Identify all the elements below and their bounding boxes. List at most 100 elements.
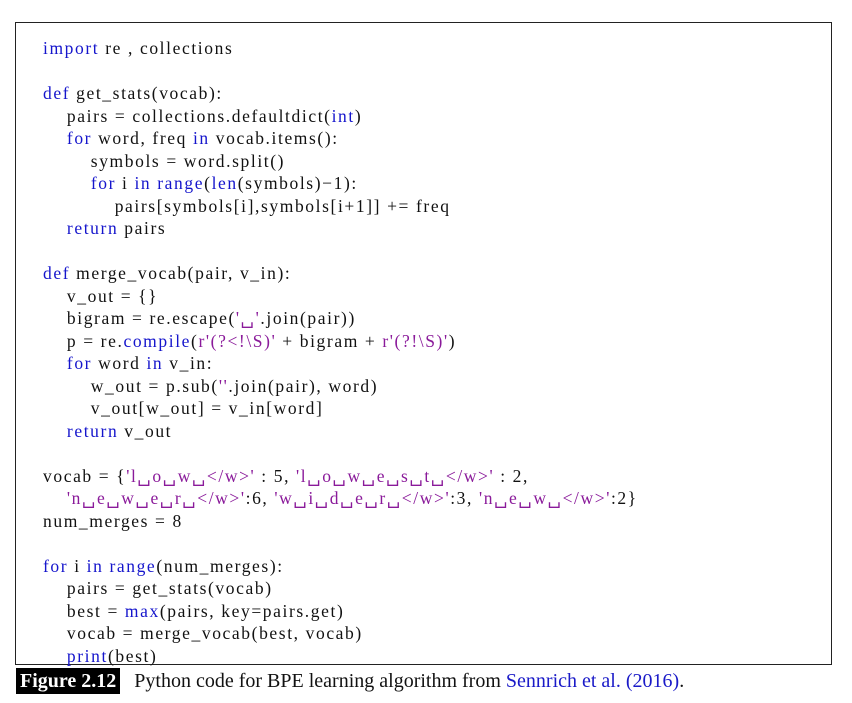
code-text: ) <box>448 330 457 351</box>
code-keyword: in <box>86 555 104 576</box>
code-string: 'l␣o␣w␣e␣s␣t␣</w>' <box>296 465 495 486</box>
code-line: return pairs <box>43 217 638 240</box>
code-text: pairs <box>118 218 167 238</box>
code-line: 'n␣e␣w␣e␣r␣</w>':6, 'w␣i␣d␣e␣r␣</w>':3, … <box>43 487 638 510</box>
code-string: 'w␣i␣d␣e␣r␣</w>' <box>274 488 451 508</box>
code-string: r'(?<!\S)' <box>198 330 277 351</box>
code-line: w_out = p.sub(''.join(pair), word) <box>43 375 638 398</box>
code-keyword: in <box>134 173 152 193</box>
code-text: bigram = re.escape( <box>43 308 236 328</box>
citation-link[interactable]: Sennrich et al. (2016) <box>506 670 679 692</box>
code-keyword: for <box>66 128 93 148</box>
code-text: .join(pair), word) <box>228 375 379 396</box>
code-text: symbols = word.split() <box>43 150 286 171</box>
code-string: 'n␣e␣w␣</w>' <box>478 488 611 508</box>
code-text: ) <box>354 105 363 126</box>
code-line: vocab = {'l␣o␣w␣</w>' : 5, 'l␣o␣w␣e␣s␣t␣… <box>43 465 638 488</box>
code-keyword: for <box>66 353 93 373</box>
code-text: :2} <box>610 488 638 508</box>
code-line: bigram = re.escape('␣'.join(pair)) <box>43 307 638 330</box>
code-line: pairs = collections.defaultdict(int) <box>43 105 638 128</box>
code-string: 'l␣o␣w␣</w>' <box>126 465 256 486</box>
code-text: w_out = p.sub( <box>43 375 219 396</box>
code-text: best = <box>43 600 125 621</box>
code-string: r'(?!\S)' <box>382 330 449 351</box>
code-text: : 5, <box>255 465 297 486</box>
code-text: (best) <box>107 645 158 666</box>
code-text: : 2, <box>494 465 530 486</box>
code-text: (pairs, key=pairs.get) <box>159 600 345 621</box>
code-keyword: def <box>43 263 71 283</box>
code-text: i <box>116 173 135 193</box>
code-text: (symbols)−1): <box>237 173 358 193</box>
code-text: :6, <box>245 488 275 508</box>
code-keyword: len <box>211 173 238 193</box>
code-keyword: for <box>90 173 117 193</box>
code-text: v_out[w_out] = v_in[word] <box>43 398 324 418</box>
code-text: word <box>92 353 147 373</box>
code-keyword: import <box>43 38 100 58</box>
code-text: :3, <box>450 488 479 508</box>
code-line: p = re.compile(r'(?<!\S)' + bigram + r'(… <box>43 330 638 353</box>
code-text: word, freq <box>92 128 193 148</box>
code-listing-box: import re , collections def get_stats(vo… <box>15 22 832 667</box>
caption-end: . <box>679 670 685 692</box>
code-text: i <box>68 555 87 576</box>
code-line: v_out = {} <box>43 285 638 308</box>
code-line: print(best) <box>43 645 638 668</box>
caption-text: Python code for BPE learning algorithm f… <box>134 670 506 692</box>
code-text: v_out = {} <box>43 285 159 306</box>
code-text: v_out <box>118 420 173 441</box>
code-text: pairs[symbols[i],symbols[i+1]] += freq <box>43 195 451 216</box>
code-text: vocab = merge_vocab(best, vocab) <box>43 623 363 643</box>
code-text: + bigram + <box>276 330 383 351</box>
code-line: best = max(pairs, key=pairs.get) <box>43 600 638 623</box>
code-line: def get_stats(vocab): <box>43 82 638 105</box>
code-line: return v_out <box>43 420 638 443</box>
code-keyword: int <box>331 105 355 126</box>
code-text: v_in: <box>163 353 214 373</box>
code-line: pairs[symbols[i],symbols[i+1]] += freq <box>43 195 638 218</box>
code-line: symbols = word.split() <box>43 150 638 173</box>
code-text: get_stats(vocab): <box>70 83 223 103</box>
code-line: def merge_vocab(pair, v_in): <box>43 262 638 285</box>
code-line: for i in range(num_merges): <box>43 555 638 578</box>
code-text: vocab = { <box>43 465 127 486</box>
code-listing: import re , collections def get_stats(vo… <box>43 37 638 667</box>
code-text: ( <box>204 173 212 193</box>
code-keyword: range <box>157 173 205 193</box>
code-keyword: return <box>66 420 119 441</box>
code-text: merge_vocab(pair, v_in): <box>70 263 292 283</box>
code-keyword: for <box>43 555 69 576</box>
code-text: .join(pair)) <box>260 308 356 328</box>
code-text: (num_merges): <box>156 555 284 576</box>
code-keyword: compile <box>123 330 192 351</box>
figure-label: Figure 2.12 <box>16 668 121 694</box>
code-text: p = re. <box>43 330 124 351</box>
code-line: pairs = get_stats(vocab) <box>43 577 638 600</box>
code-line: num_merges = 8 <box>43 510 638 533</box>
code-string: '␣' <box>235 308 261 328</box>
code-keyword: def <box>43 83 71 103</box>
code-line: for word in v_in: <box>43 352 638 375</box>
code-line: import re , collections <box>43 37 638 60</box>
code-text: pairs = get_stats(vocab) <box>43 578 273 598</box>
code-keyword: return <box>66 218 119 238</box>
code-text: vocab.items(): <box>209 128 339 148</box>
code-keyword: in <box>146 353 164 373</box>
code-text: re , collections <box>99 38 234 58</box>
code-string: '' <box>218 375 229 396</box>
code-line: for word, freq in vocab.items(): <box>43 127 638 150</box>
code-keyword: range <box>109 555 157 576</box>
code-line: for i in range(len(symbols)−1): <box>43 172 638 195</box>
